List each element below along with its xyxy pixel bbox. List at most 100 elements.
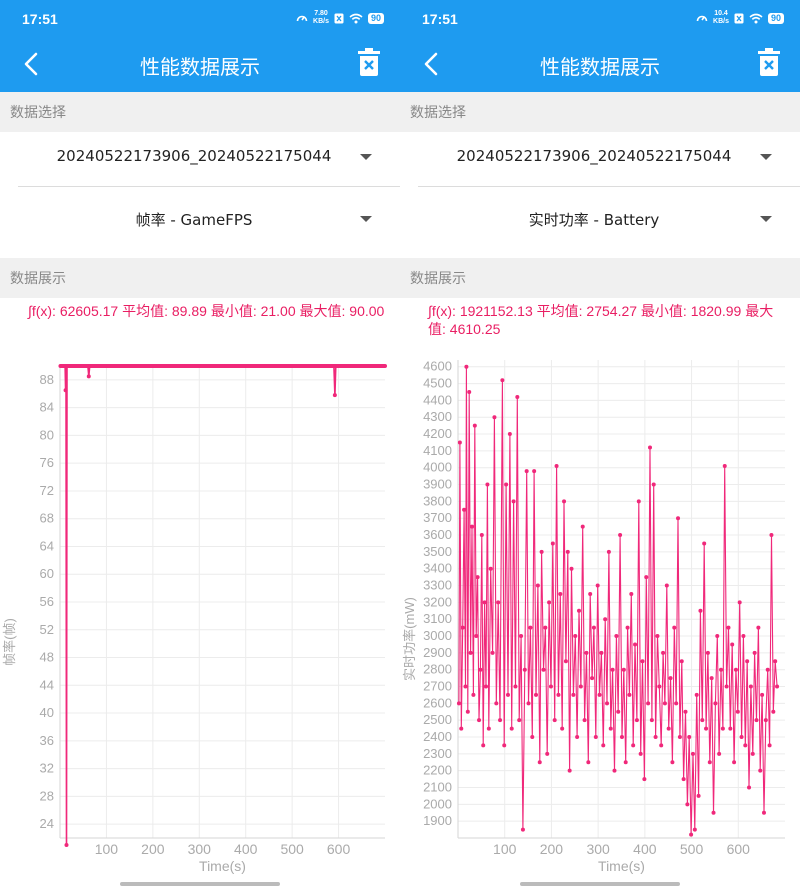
data-point [638, 751, 643, 756]
data-point [472, 423, 477, 428]
data-point [457, 440, 462, 445]
y-tick-label: 32 [40, 761, 54, 776]
data-point [713, 701, 718, 706]
data-point [704, 726, 709, 731]
data-select-label: 数据选择 [0, 92, 400, 132]
data-point [535, 583, 540, 588]
y-tick-label: 4300 [423, 409, 452, 424]
data-point [775, 684, 780, 689]
data-point [769, 533, 774, 538]
data-point [475, 575, 480, 580]
data-point [573, 634, 578, 639]
data-point [64, 842, 69, 847]
data-point [556, 692, 561, 697]
y-tick-label: 28 [40, 788, 54, 803]
metric-select-dropdown[interactable]: 帧率 - GameFPS [18, 190, 400, 250]
metric-select-dropdown[interactable]: 实时功率 - Battery [418, 190, 800, 250]
data-point [618, 533, 623, 538]
data-point [644, 575, 649, 580]
data-point [676, 516, 681, 521]
data-point [730, 642, 735, 647]
data-point [664, 583, 669, 588]
data-point [462, 507, 467, 512]
y-tick-label: 52 [40, 622, 54, 637]
data-point [590, 676, 595, 681]
y-tick-label: 80 [40, 427, 54, 442]
data-point [771, 709, 776, 714]
x-tick-label: 400 [633, 841, 657, 857]
fps-line-chart[interactable]: 24 28 32 36 40 44 48 52 56 60 64 68 72 76 80 84 88 100 200… [0, 344, 400, 888]
y-tick-label: 56 [40, 594, 54, 609]
data-point [478, 667, 483, 672]
x-tick-label: 600 [727, 841, 751, 857]
data-point [705, 650, 710, 655]
data-point [484, 684, 489, 689]
file-select-dropdown[interactable]: 20240522173906_20240522175044 [18, 128, 400, 188]
page-title: 性能数据展示 [140, 55, 260, 79]
delete-trash-icon[interactable] [758, 48, 780, 76]
y-tick-label: 4400 [423, 392, 452, 407]
nfc-icon [334, 13, 344, 23]
y-tick-label: 2900 [423, 645, 452, 660]
data-point [565, 549, 570, 554]
delete-trash-icon[interactable] [358, 48, 380, 76]
data-point [636, 499, 641, 504]
y-tick-label: 4000 [423, 460, 452, 475]
y-tick-label: 36 [40, 733, 54, 748]
divider [18, 186, 400, 187]
data-point [707, 760, 712, 765]
data-point [490, 650, 495, 655]
data-point [702, 541, 707, 546]
data-point [569, 566, 574, 571]
data-point [532, 469, 537, 474]
data-point [498, 718, 503, 723]
y-tick-label: 2600 [423, 695, 452, 710]
y-tick-label: 40 [40, 705, 54, 720]
data-point [597, 692, 602, 697]
y-tick-label: 3600 [423, 527, 452, 542]
data-point [537, 760, 542, 765]
battery-indicator: 90 [767, 12, 784, 24]
data-point [698, 608, 703, 613]
data-point [591, 625, 596, 630]
network-speed: 7.80 KB/s [313, 10, 329, 26]
x-axis-label: Time(s) [598, 858, 645, 874]
data-point [601, 743, 606, 748]
chevron-down-icon [760, 154, 772, 160]
y-tick-label: 2000 [423, 796, 452, 811]
data-point [468, 650, 473, 655]
y-tick-label: 72 [40, 483, 54, 498]
y-tick-label: 76 [40, 455, 54, 470]
data-point [464, 364, 469, 369]
data-point [494, 701, 499, 706]
y-axis-label: 实时功率(mW) [402, 597, 417, 681]
data-point [541, 667, 546, 672]
data-point [502, 743, 507, 748]
data-point [505, 692, 510, 697]
x-tick-label: 400 [234, 841, 258, 857]
x-tick-label: 500 [680, 841, 704, 857]
data-point [685, 802, 690, 807]
data-point [586, 760, 591, 765]
data-point [526, 701, 531, 706]
data-point [63, 388, 68, 393]
nfc-icon [734, 13, 744, 23]
power-line-chart[interactable]: 1900 20002100 2200 2300 2400 2500 26002700 2800… [400, 344, 800, 888]
data-point [661, 650, 666, 655]
data-point [728, 726, 733, 731]
x-tick-label: 200 [540, 841, 564, 857]
data-point [582, 718, 587, 723]
network-speed-unit: KB/s [713, 18, 729, 25]
data-point [722, 464, 727, 469]
data-point [640, 659, 645, 664]
wifi-icon [349, 13, 363, 23]
status-icons: 7.80 KB/s 90 [296, 10, 384, 26]
x-tick-label: 200 [141, 841, 165, 857]
y-tick-label: 48 [40, 650, 54, 665]
y-tick-label: 3300 [423, 578, 452, 593]
data-point [726, 625, 731, 630]
x-axis-label: Time(s) [199, 858, 246, 874]
data-point [672, 625, 677, 630]
file-select-dropdown[interactable]: 20240522173906_20240522175044 [418, 128, 800, 188]
data-point [515, 395, 520, 400]
